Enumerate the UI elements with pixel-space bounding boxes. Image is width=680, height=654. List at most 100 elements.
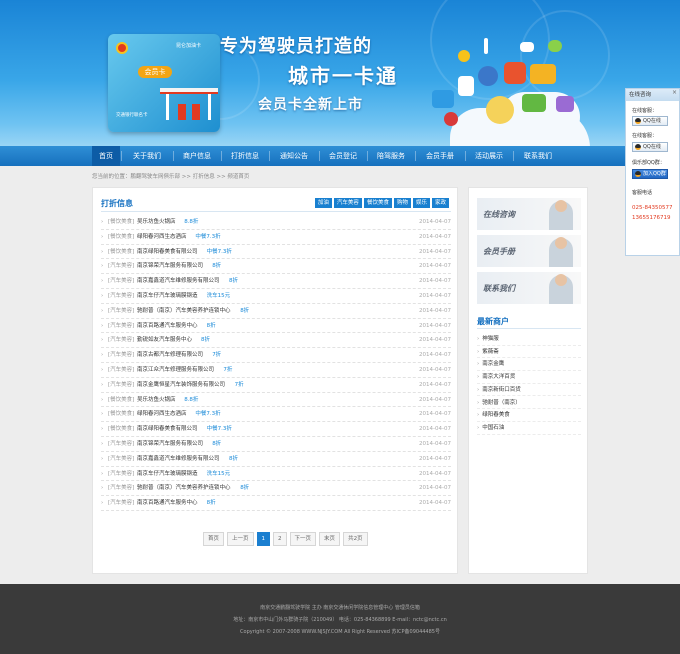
list-item[interactable]: › [汽车美容] 南京百路通汽车服务中心 8折 2014-04-07 [101, 319, 451, 334]
list-item[interactable]: › [汽车美容] 勤锐如友汽车服务中心 8折 2014-04-07 [101, 333, 451, 349]
pager-button[interactable]: 首页 [203, 532, 225, 546]
merchant-link[interactable]: 南京嘉鑫道汽车维修服务有限公司 [137, 452, 220, 466]
merchant-link[interactable]: 南京江众汽车修理服务有限公司 [137, 363, 214, 377]
item-date: 2014-04-07 [419, 307, 451, 314]
merchant-item[interactable]: › 驰耐普（南京） [477, 397, 581, 410]
pager-button[interactable]: 下一页 [289, 532, 317, 546]
list-item[interactable]: › [汽车美容] 南京嘉鑫道汽车维修服务有限公司 8折 2014-04-07 [101, 452, 451, 467]
online-consult-button[interactable]: 在线咨询 [477, 198, 581, 230]
contact-us-button[interactable]: 联系我们 [477, 272, 581, 304]
arrow-right-icon: › [101, 248, 104, 255]
merchant-link[interactable]: 绿阳春河西生态酒店 [137, 230, 187, 244]
nav-item-discounts[interactable]: 打折信息 [222, 146, 268, 166]
nav-item-merchants[interactable]: 商户信息 [174, 146, 220, 166]
list-item[interactable]: › [餐饮美食] 南京绿阳春美食有限公司 中餐7.3折 2014-04-07 [101, 245, 451, 260]
qq-online-button[interactable]: QQ在线 [632, 116, 668, 126]
list-item[interactable]: › [汽车美容] 南京锦荣汽车服务有限公司 8折 2014-04-07 [101, 437, 451, 452]
list-item[interactable]: › [汽车美容] 南京锦荣汽车服务有限公司 8折 2014-04-07 [101, 259, 451, 275]
arrow-right-icon: › [477, 386, 480, 393]
pager-button[interactable]: 1 [256, 532, 271, 546]
pagination: 首页 上一页 1 2 下一页 末页 共2页 [203, 532, 368, 546]
pager-button[interactable]: 上一页 [227, 532, 254, 546]
list-item[interactable]: › [餐饮美食] 南京绿阳春美食有限公司 中餐7.3折 2014-04-07 [101, 422, 451, 437]
merchant-link[interactable]: 驰耐普（南京）汽车美容养护连锁中心 [137, 481, 231, 495]
pager-button[interactable]: 共2页 [343, 532, 368, 546]
arrow-right-icon: › [101, 500, 104, 507]
discount-offer: 7折 [234, 381, 244, 388]
list-item[interactable]: › [汽车美容] 南京金鹰恒星汽车装饰服务有限公司 7折 2014-04-07 [101, 378, 451, 393]
merchant-link[interactable]: 绿阳春河西生态酒店 [137, 407, 187, 421]
category-fuel[interactable]: 加油 [314, 198, 332, 208]
list-item[interactable]: › [汽车美容] 南京车仔汽车玻璃膜钢造 洗车15元 2014-04-07 [101, 289, 451, 304]
merchant-link[interactable]: 南京百路通汽车服务中心 [137, 496, 198, 510]
merchant-link[interactable]: 南京车仔汽车玻璃膜钢造 [137, 467, 198, 481]
list-item[interactable]: › [餐饮美食] 绿阳春河西生态酒店 中餐7.3折 2014-04-07 [101, 407, 451, 423]
merchant-link[interactable]: 南京绿阳春美食有限公司 [137, 422, 198, 436]
category-food[interactable]: 餐饮美食 [363, 198, 392, 208]
join-qq-group-button[interactable]: 加入QQ群 [632, 169, 668, 179]
nav-item-home[interactable]: 首页 [92, 146, 120, 166]
item-category: [餐饮美食] [108, 233, 135, 240]
list-item[interactable]: › [汽车美容] 南京车仔汽车玻璃膜钢造 洗车15元 2014-04-07 [101, 467, 451, 482]
item-category: [餐饮美食] [108, 396, 135, 403]
list-item[interactable]: › [汽车美容] 南京古都汽车修理有限公司 7折 2014-04-07 [101, 348, 451, 363]
merchant-link[interactable]: 南京古都汽车修理有限公司 [137, 348, 203, 362]
pager-button[interactable]: 末页 [319, 532, 341, 546]
close-icon[interactable]: × [672, 89, 677, 96]
nav-item-events[interactable]: 活动展示 [466, 146, 512, 166]
nav-item-about[interactable]: 关于我们 [122, 146, 172, 166]
list-item[interactable]: › [汽车美容] 南京嘉鑫道汽车维修服务有限公司 8折 2014-04-07 [101, 274, 451, 289]
nav-item-handbook[interactable]: 会员手册 [416, 146, 464, 166]
arrow-right-icon: › [101, 307, 104, 314]
arrow-right-icon: › [101, 337, 104, 344]
merchant-link[interactable]: 南京绿阳春美食有限公司 [137, 245, 198, 259]
item-date: 2014-04-07 [419, 426, 451, 433]
list-item[interactable]: › [汽车美容] 驰耐普（南京）汽车美容养护连锁中心 8折 2014-04-07 [101, 481, 451, 497]
pager-button[interactable]: 2 [273, 532, 287, 546]
merchant-link[interactable]: 南京金鹰恒星汽车装饰服务有限公司 [137, 378, 225, 392]
merchant-link[interactable]: 勤锐如友汽车服务中心 [137, 333, 192, 347]
list-item[interactable]: › [汽车美容] 南京江众汽车修理服务有限公司 7折 2014-04-07 [101, 363, 451, 378]
merchant-item[interactable]: › 南京新街口百货 [477, 384, 581, 397]
discount-offer: 中餐7.3折 [206, 248, 232, 255]
item-category: [汽车美容] [108, 263, 135, 270]
member-card-image: 昆仑加油卡 会员卡 交通银行联名卡 [108, 34, 220, 132]
merchant-item[interactable]: › 南京大洋百货 [477, 371, 581, 384]
discount-offer: 8折 [229, 455, 238, 462]
category-housekeeping[interactable]: 家政 [431, 198, 449, 208]
merchant-item[interactable]: › 紫薇斋 [477, 346, 581, 359]
merchant-item[interactable]: › 绿阳春美食 [477, 409, 581, 422]
banner: 昆仑加油卡 会员卡 交通银行联名卡 专为驾驶员打造的 城市一卡通 会员卡全新上市 [0, 0, 680, 146]
category-shopping[interactable]: 购物 [393, 198, 411, 208]
member-handbook-button[interactable]: 会员手册 [477, 235, 581, 267]
category-car-beauty[interactable]: 汽车美容 [333, 198, 362, 208]
discount-offer: 洗车15元 [206, 293, 231, 299]
merchant-link[interactable]: 南京锦荣汽车服务有限公司 [137, 259, 203, 273]
merchant-item[interactable]: › 神猫服 [477, 333, 581, 346]
nav-item-driving[interactable]: 陪驾服务 [368, 146, 414, 166]
list-item[interactable]: › [餐饮美食] 绿阳春河西生态酒店 中餐7.3折 2014-04-07 [101, 230, 451, 245]
qq-online-button[interactable]: QQ在线 [632, 142, 668, 152]
list-item[interactable]: › [汽车美容] 驰耐普（南京）汽车美容养护连锁中心 8折 2014-04-07 [101, 304, 451, 319]
list-item[interactable]: › [汽车美容] 南京百路通汽车服务中心 8折 2014-04-07 [101, 496, 451, 511]
category-entertainment[interactable]: 娱乐 [412, 198, 430, 208]
list-item[interactable]: › [餐饮美食] 吴乐坊鱼火锅店 8.8折 2014-04-07 [101, 393, 451, 408]
merchant-link[interactable]: 吴乐坊鱼火锅店 [137, 393, 176, 407]
chat-icon [548, 40, 562, 52]
discount-offer: 7折 [223, 367, 233, 373]
merchant-item[interactable]: › 南京金鹰 [477, 358, 581, 372]
merchant-link[interactable]: 南京百路通汽车服务中心 [137, 319, 198, 333]
merchant-link[interactable]: 驰耐普（南京）汽车美容养护连锁中心 [137, 304, 231, 318]
hdd-icon [556, 96, 574, 112]
nav-item-notices[interactable]: 通知公告 [270, 146, 318, 166]
merchant-link[interactable]: 南京嘉鑫道汽车维修服务有限公司 [137, 274, 220, 288]
nav-item-register[interactable]: 会员登记 [320, 146, 366, 166]
merchant-link[interactable]: 吴乐坊鱼火锅店 [137, 215, 176, 229]
list-item[interactable]: › [餐饮美食] 吴乐坊鱼火锅店 8.8折 2014-04-07 [101, 215, 451, 230]
merchant-link[interactable]: 南京锦荣汽车服务有限公司 [137, 437, 203, 451]
nav-item-contact[interactable]: 联系我们 [514, 146, 562, 166]
merchant-link[interactable]: 南京车仔汽车玻璃膜钢造 [137, 289, 198, 303]
merchant-item[interactable]: › 中国石油 [477, 422, 581, 435]
antenna-icon [484, 38, 488, 54]
arrow-right-icon: › [101, 411, 104, 418]
